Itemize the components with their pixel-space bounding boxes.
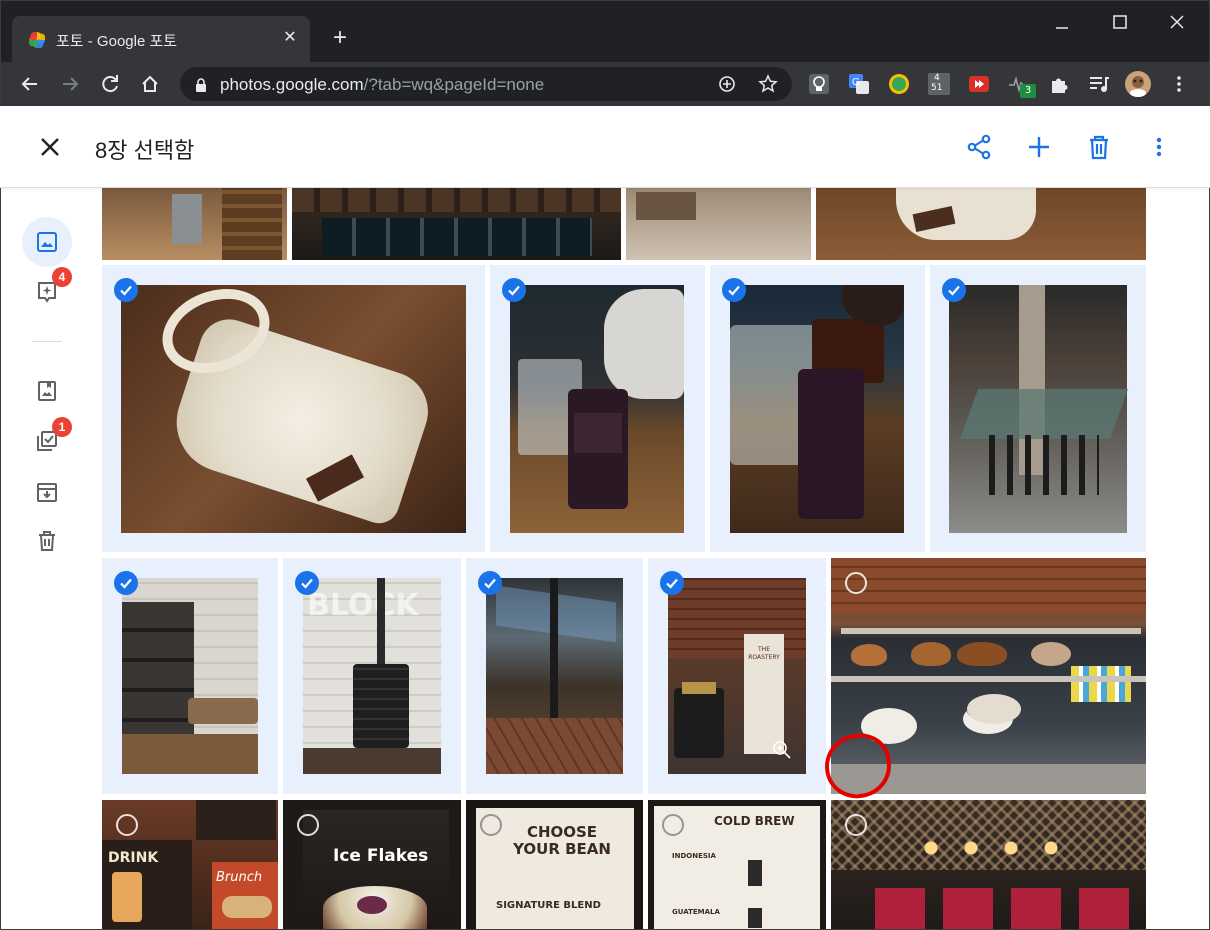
browser-toolbar: photos.google.com/?tab=wq&pageId=none G … [0,62,1210,106]
minimize-icon[interactable] [1042,8,1082,36]
select-circle-icon[interactable] [845,572,867,594]
browser-tab-bar: 포토 - Google 포토 ✕ + [0,0,1210,62]
select-circle-icon[interactable] [116,814,138,836]
add-icon[interactable] [1025,133,1053,161]
media-queue-icon[interactable] [1088,73,1110,95]
photo-thumbnail-selected[interactable] [710,265,925,552]
selection-count-title: 8장 선택함 [95,138,195,163]
nav-photos[interactable] [22,217,72,267]
svg-text:G: G [852,77,860,88]
photo-icon [37,232,57,252]
share-icon[interactable] [965,133,993,161]
photo-crochet-bag [121,274,466,533]
nav-archive[interactable] [22,467,72,517]
tab-title: 포토 - Google 포토 [56,33,178,50]
selected-check-icon[interactable] [942,278,966,302]
select-circle-icon[interactable] [845,814,867,836]
selected-check-icon[interactable] [114,278,138,302]
photo-menu-board-counter [831,800,1146,870]
photo-thumbnail-selected[interactable] [490,265,705,552]
photo-shelf-wall [122,578,258,774]
photo-thumbnail[interactable] [831,800,1146,930]
window-close-icon[interactable] [1157,8,1197,36]
photo-thumbnail[interactable] [292,188,621,260]
url-text: photos.google.com/?tab=wq&pageId=none [220,75,545,94]
photo-cafe-hall [486,578,623,774]
photo-cafe-interior [949,285,1129,533]
back-icon[interactable] [16,70,44,98]
delete-icon[interactable] [1085,133,1113,161]
maximize-icon[interactable] [1100,8,1140,36]
compass-extension-icon[interactable] [888,73,910,95]
photo-thumbnail-selected[interactable] [102,558,278,794]
selected-check-icon[interactable] [295,571,319,595]
photo-thumbnail-selected[interactable]: BLOCK [283,558,461,794]
bookmark-star-icon[interactable] [758,74,778,94]
for-you-badge: 4 [52,267,72,287]
photo-thumbnail[interactable]: DRINK Brunch [102,800,278,930]
zoom-icon[interactable] [718,75,736,93]
zoom-in-icon[interactable] [772,740,792,760]
photo-thumbnail-selected[interactable]: THE ROASTERY [648,558,826,794]
side-navigation: 4 1 [0,188,96,930]
select-circle-icon[interactable] [662,814,684,836]
extension-badge: 3 [1020,84,1036,98]
photo-thumbnail[interactable]: CHOOSE YOUR BEAN SIGNATURE BLEND [466,800,643,930]
profile-avatar[interactable] [1124,70,1152,98]
photo-thumbnail[interactable] [102,188,287,260]
photo-two-cans [730,285,904,533]
browser-tab[interactable]: 포토 - Google 포토 ✕ [12,16,310,62]
lightbulb-extension-icon[interactable] [808,73,830,95]
selected-check-icon[interactable] [660,571,684,595]
photo-thumbnail[interactable] [816,188,1146,260]
nav-divider [32,341,62,342]
scrollbar-track[interactable] [1204,106,1210,930]
google-photos-icon [29,32,45,48]
selection-header: 8장 선택함 [0,106,1210,188]
photo-can-and-glass [510,285,684,533]
select-circle-icon[interactable] [480,814,502,836]
selected-check-icon[interactable] [114,571,138,595]
photo-thumbnail-selected[interactable] [466,558,643,794]
album-icon [38,381,56,401]
photo-wood-stove: BLOCK [303,578,441,774]
photo-thumbnail[interactable] [626,188,811,260]
reload-icon[interactable] [96,70,124,98]
photo-thumbnail-selected[interactable] [930,265,1146,552]
lock-icon [196,78,206,92]
browser-menu-icon[interactable] [1168,73,1190,95]
translate-extension-icon[interactable]: G [848,73,870,95]
nav-trash[interactable] [22,516,72,566]
selected-check-icon[interactable] [722,278,746,302]
video-extension-icon[interactable] [968,73,990,95]
address-bar[interactable]: photos.google.com/?tab=wq&pageId=none [180,67,792,101]
photo-thumbnail[interactable]: Ice Flakes [283,800,461,930]
photo-roastery-stand: THE ROASTERY [668,578,806,774]
puzzle-extensions-icon[interactable] [1048,73,1070,95]
new-tab-icon[interactable]: + [328,26,352,50]
utilities-badge: 1 [52,417,72,437]
selected-check-icon[interactable] [502,278,526,302]
photo-grid: BLOCK THE ROASTERY DRINK Brunch Ice Flak… [0,188,1210,930]
forward-icon[interactable] [56,70,84,98]
nav-albums[interactable] [22,366,72,416]
archive-icon [37,483,57,502]
photo-bakery-case [831,558,1146,614]
calendar-extension-icon[interactable]: 4 51 [928,73,950,95]
photo-thumbnail[interactable]: COLD BREW INDONESIA GUATEMALA [648,800,826,930]
select-circle-icon[interactable] [297,814,319,836]
trash-icon [39,531,55,551]
tab-close-icon[interactable]: ✕ [280,28,300,48]
selected-check-icon[interactable] [478,571,502,595]
photo-thumbnail-selected[interactable] [102,265,485,552]
home-icon[interactable] [136,70,164,98]
close-selection-icon[interactable] [36,133,64,161]
more-options-icon[interactable] [1145,133,1173,161]
